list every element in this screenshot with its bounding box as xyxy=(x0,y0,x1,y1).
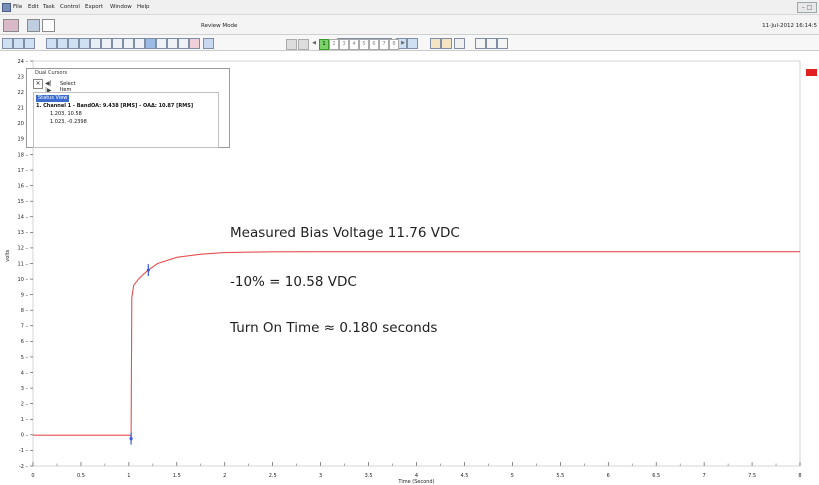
cursor-1-point[interactable] xyxy=(129,436,133,441)
x-tick-label: 7 xyxy=(703,473,706,479)
y-tick-label: 11 – xyxy=(18,261,29,267)
dual-cursors-panel: Dual Cursors × ◀| |▶ Select Item Below: … xyxy=(26,68,230,148)
y-tick-label: 3 – xyxy=(21,386,29,392)
close-icon[interactable]: × xyxy=(33,79,43,89)
y-tick-label: 1 – xyxy=(21,417,29,423)
x-tick-label: 3 xyxy=(319,473,322,479)
alarm-indicator[interactable] xyxy=(806,69,817,76)
x-tick-label: 0 xyxy=(31,473,34,479)
y-tick-label: 8 – xyxy=(21,308,29,314)
y-tick-label: 16 – xyxy=(18,183,29,189)
x-tick-label: 7.5 xyxy=(748,473,756,479)
y-tick-label: 18 – xyxy=(18,152,29,158)
y-tick-label: 12 – xyxy=(18,246,29,252)
x-tick-label: 8 xyxy=(798,473,801,479)
y-tick-label: -2 – xyxy=(19,464,29,470)
x-tick-label: 6 xyxy=(607,473,610,479)
y-tick-label: 6 – xyxy=(21,339,29,345)
cursor-2-value: 1.023, -0.2398 xyxy=(50,119,87,125)
x-tick-label: 6.5 xyxy=(652,473,660,479)
x-tick-label: 4.5 xyxy=(460,473,468,479)
channel-line[interactable]: 1. Channel 1 - BandOA: 9.438 [RMS] - OAΔ… xyxy=(36,103,193,109)
x-tick-label: 1.5 xyxy=(173,473,181,479)
y-tick-label: 0 – xyxy=(21,433,29,439)
x-tick-label: 2.5 xyxy=(269,473,277,479)
y-tick-label: 15 – xyxy=(18,199,29,205)
y-tick-label: 9 – xyxy=(21,292,29,298)
status-view-tab[interactable]: Status View xyxy=(36,95,70,102)
status-view: Status View 1. Channel 1 - BandOA: 9.438… xyxy=(33,92,219,148)
ten-percent-annotation: -10% = 10.58 VDC xyxy=(230,274,357,290)
y-tick-label: 4 – xyxy=(21,370,29,376)
x-tick-label: 2 xyxy=(223,473,226,479)
y-axis-label: volts xyxy=(5,249,11,261)
x-tick-label: 1 xyxy=(127,473,130,479)
x-tick-label: 5 xyxy=(511,473,514,479)
x-axis-label: Time (Second) xyxy=(397,479,434,485)
panel-title: Dual Cursors xyxy=(35,70,68,76)
turn-on-time-annotation: Turn On Time ≈ 0.180 seconds xyxy=(230,320,438,336)
y-tick-label: 5 – xyxy=(21,355,29,361)
y-tick-label: 7 – xyxy=(21,324,29,330)
cursor-1-value: 1.203, 10.58 xyxy=(50,111,82,117)
y-tick-label: 2 – xyxy=(21,401,29,407)
bias-voltage-annotation: Measured Bias Voltage 11.76 VDC xyxy=(230,225,460,241)
x-tick-label: 0.5 xyxy=(77,473,85,479)
x-tick-label: 5.5 xyxy=(556,473,564,479)
x-tick-label: 3.5 xyxy=(365,473,373,479)
y-tick-label: -1 – xyxy=(19,448,29,454)
y-tick-label: 14 – xyxy=(18,215,29,221)
y-tick-label: 10 – xyxy=(18,277,29,283)
y-tick-label: 13 – xyxy=(18,230,29,236)
y-tick-label: 17 – xyxy=(18,168,29,174)
y-tick-label: 24 – xyxy=(18,59,29,65)
cursor-2-point[interactable] xyxy=(146,268,150,272)
